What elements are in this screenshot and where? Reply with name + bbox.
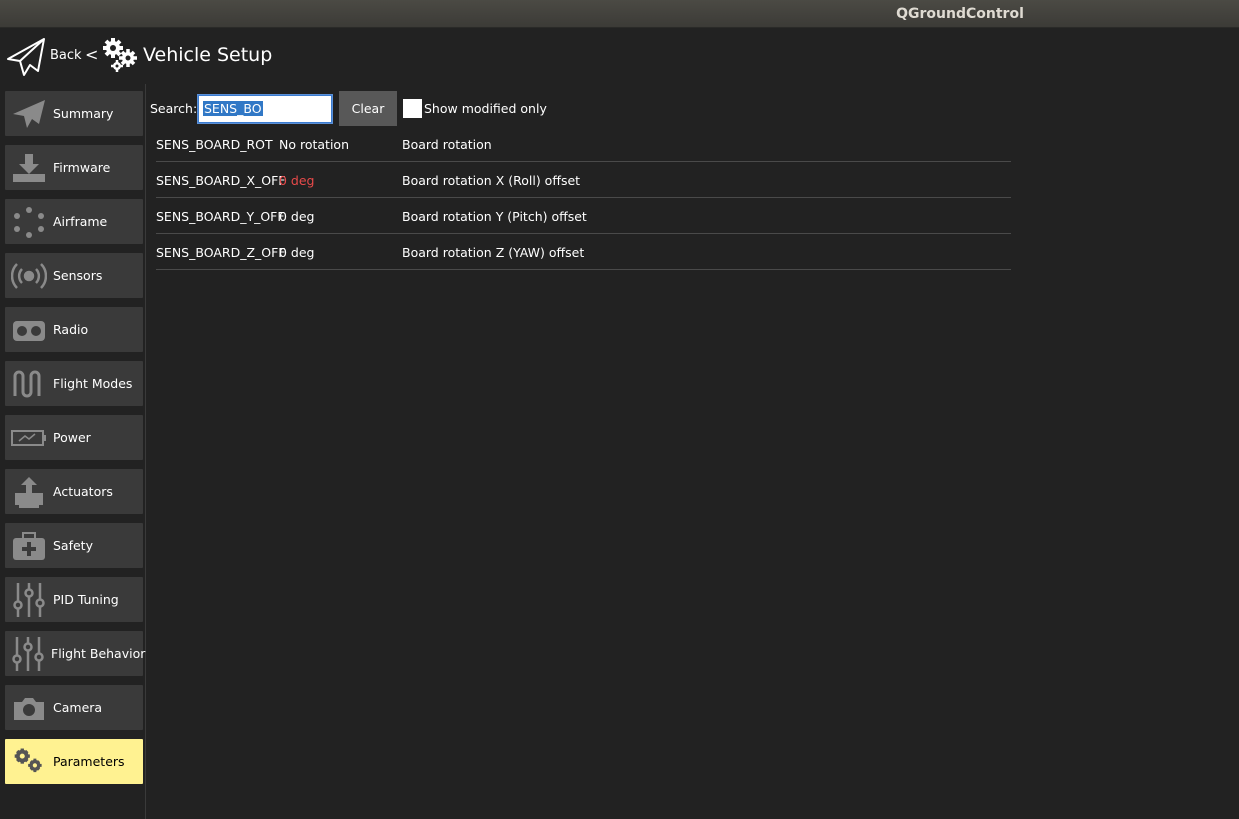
sidebar-item-label: Sensors: [53, 268, 103, 283]
airframe-icon: [10, 203, 48, 241]
show-modified-label[interactable]: Show modified only: [424, 101, 547, 116]
sidebar-item-label: Firmware: [53, 160, 111, 175]
sidebar-item-label: Summary: [53, 106, 114, 121]
window-title: QGroundControl: [896, 6, 1024, 22]
param-value: 0 deg: [279, 209, 315, 224]
param-description: Board rotation Y (Pitch) offset: [402, 209, 587, 224]
search-input-value: SENS_BO: [203, 101, 263, 116]
param-description: Board rotation Z (YAW) offset: [402, 245, 585, 260]
paper-plane-icon[interactable]: [6, 37, 46, 77]
search-label: Search:: [150, 101, 198, 116]
toolbar: Back < Vehicle Setup: [0, 28, 1239, 84]
plane-icon: [10, 95, 48, 133]
sidebar-item-flight-behavior[interactable]: Flight Behavior: [5, 631, 146, 676]
table-row[interactable]: SENS_BOARD_X_OFF 0 deg Board rotation X …: [156, 162, 1011, 198]
param-name: SENS_BOARD_Z_OFF: [156, 245, 286, 260]
sidebar-item-sensors[interactable]: Sensors: [5, 253, 143, 298]
sidebar-item-radio[interactable]: Radio: [5, 307, 143, 352]
sidebar-item-label: PID Tuning: [53, 592, 119, 607]
sidebar-item-flight-modes[interactable]: Flight Modes: [5, 361, 143, 406]
table-row[interactable]: SENS_BOARD_Y_OFF 0 deg Board rotation Y …: [156, 198, 1011, 234]
sidebar-item-pid-tuning[interactable]: PID Tuning: [5, 577, 143, 622]
param-name: SENS_BOARD_Y_OFF: [156, 209, 285, 224]
sidebar-item-safety[interactable]: Safety: [5, 523, 143, 568]
sidebar-item-label: Power: [53, 430, 91, 445]
sidebar-item-firmware[interactable]: Firmware: [5, 145, 143, 190]
sidebar-item-label: Parameters: [53, 754, 125, 769]
sidebar: Summary Firmware Airframe Sensors Radio …: [0, 84, 146, 819]
sliders-icon: [10, 581, 48, 619]
search-input[interactable]: SENS_BO: [197, 94, 333, 124]
sidebar-item-label: Actuators: [53, 484, 113, 499]
actuators-icon: [10, 473, 48, 511]
sidebar-item-power[interactable]: Power: [5, 415, 143, 460]
breadcrumb-separator: <: [85, 45, 99, 64]
camera-icon: [10, 689, 48, 727]
back-button[interactable]: Back: [50, 48, 82, 63]
sidebar-item-camera[interactable]: Camera: [5, 685, 143, 730]
sidebar-item-label: Radio: [53, 322, 89, 337]
sidebar-item-label: Flight Behavior: [51, 646, 146, 661]
gears-icon: [103, 38, 137, 72]
param-description: Board rotation: [402, 137, 492, 152]
flight-modes-icon: [10, 365, 48, 403]
sidebar-item-label: Camera: [53, 700, 103, 715]
battery-icon: [10, 419, 48, 457]
param-value: 0 deg: [279, 245, 315, 260]
param-name: SENS_BOARD_X_OFF: [156, 173, 286, 188]
param-description: Board rotation X (Roll) offset: [402, 173, 581, 188]
show-modified-checkbox[interactable]: [403, 99, 422, 118]
sidebar-item-airframe[interactable]: Airframe: [5, 199, 143, 244]
sensors-icon: [10, 257, 48, 295]
page-title: Vehicle Setup: [143, 44, 273, 66]
window-titlebar: QGroundControl: [0, 0, 1239, 28]
clear-button[interactable]: Clear: [339, 91, 397, 126]
sidebar-item-label: Airframe: [53, 214, 108, 229]
gears-icon: [10, 743, 48, 781]
radio-icon: [10, 311, 48, 349]
sliders-icon: [10, 635, 46, 673]
sidebar-item-actuators[interactable]: Actuators: [5, 469, 143, 514]
sidebar-item-parameters[interactable]: Parameters: [5, 739, 143, 784]
parameter-table: SENS_BOARD_ROT No rotation Board rotatio…: [156, 126, 1011, 270]
download-icon: [10, 149, 48, 187]
first-aid-icon: [10, 527, 48, 565]
sidebar-item-label: Flight Modes: [53, 376, 133, 391]
param-name: SENS_BOARD_ROT: [156, 137, 273, 152]
sidebar-item-summary[interactable]: Summary: [5, 91, 143, 136]
sidebar-item-label: Safety: [53, 538, 93, 553]
param-value: 0 deg: [279, 173, 315, 188]
param-value: No rotation: [279, 137, 349, 152]
table-row[interactable]: SENS_BOARD_ROT No rotation Board rotatio…: [156, 126, 1011, 162]
table-row[interactable]: SENS_BOARD_Z_OFF 0 deg Board rotation Z …: [156, 234, 1011, 270]
